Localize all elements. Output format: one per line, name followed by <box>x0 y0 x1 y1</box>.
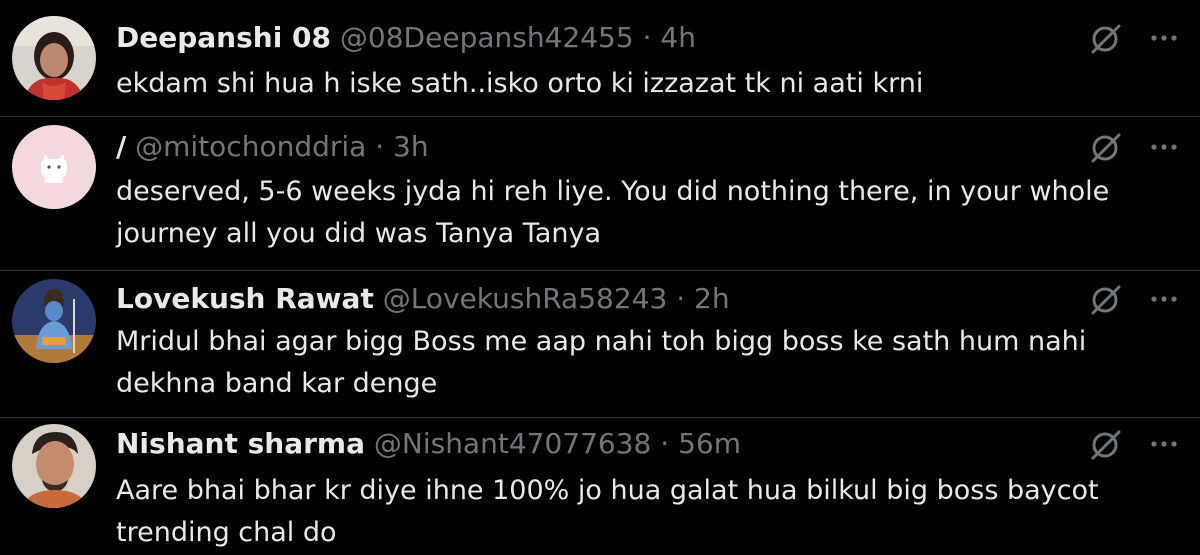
grok-icon[interactable] <box>1088 426 1124 462</box>
separator-dot: · <box>642 21 652 54</box>
user-name[interactable]: Nishant sharma <box>116 427 365 460</box>
reply-text-line: deserved, 5-6 weeks jyda hi reh liye. Yo… <box>116 176 1110 207</box>
reply-actions <box>1088 20 1188 56</box>
reply-item[interactable]: / @mitochonddria · 3h deserved, 5-6 week… <box>0 117 1200 270</box>
reply-header: / @mitochonddria · 3h <box>116 129 429 165</box>
reply-text-line: Mridul bhai agar bigg Boss me aap nahi t… <box>116 326 1087 357</box>
avatar[interactable] <box>12 16 96 100</box>
avatar-image <box>12 279 96 363</box>
reply-text: deserved, 5-6 weeks jyda hi reh liye. Yo… <box>116 171 1176 255</box>
avatar[interactable] <box>12 279 96 363</box>
user-handle[interactable]: @LovekushRa58243 <box>383 282 668 315</box>
timestamp[interactable]: 56m <box>678 427 741 460</box>
user-name[interactable]: Lovekush Rawat <box>116 282 374 315</box>
reply-item[interactable]: Nishant sharma @Nishant47077638 · 56m Aa… <box>0 418 1200 555</box>
reply-header: Lovekush Rawat @LovekushRa58243 · 2h <box>116 281 730 317</box>
timestamp[interactable]: 2h <box>694 282 730 315</box>
reply-actions <box>1088 281 1188 317</box>
avatar-image <box>12 16 96 100</box>
avatar[interactable] <box>12 125 96 209</box>
avatar-image <box>12 125 96 209</box>
reply-actions <box>1088 129 1188 165</box>
separator-dot: · <box>375 130 385 163</box>
user-handle[interactable]: @Nishant47077638 <box>374 427 651 460</box>
reply-item[interactable]: Lovekush Rawat @LovekushRa58243 · 2h Mri… <box>0 271 1200 417</box>
reply-text-line: dekhna band kar denge <box>116 368 438 399</box>
avatar-image <box>12 424 96 508</box>
reply-text: Aare bhai bhar kr diye ihne 100% jo hua … <box>116 470 1176 554</box>
user-handle[interactable]: @mitochonddria <box>135 130 366 163</box>
user-name[interactable]: / <box>116 130 126 163</box>
replies-feed: Deepanshi 08 @08Deepansh42455 · 4h ekdam… <box>0 0 1200 555</box>
more-icon[interactable] <box>1142 20 1186 56</box>
reply-actions <box>1088 426 1188 462</box>
separator-dot: · <box>676 282 686 315</box>
user-handle[interactable]: @08Deepansh42455 <box>340 21 634 54</box>
reply-text-line: Aare bhai bhar kr diye ihne 100% jo hua … <box>116 475 1099 506</box>
avatar[interactable] <box>12 424 96 508</box>
timestamp[interactable]: 3h <box>393 130 429 163</box>
reply-text-line: journey all you did was Tanya Tanya <box>116 218 601 249</box>
reply-header: Nishant sharma @Nishant47077638 · 56m <box>116 426 741 462</box>
reply-text-line: ekdam shi hua h iske sath..isko orto ki … <box>116 68 924 99</box>
grok-icon[interactable] <box>1088 281 1124 317</box>
more-icon[interactable] <box>1142 426 1186 462</box>
reply-text-line: trending chal do <box>116 517 337 548</box>
reply-header: Deepanshi 08 @08Deepansh42455 · 4h <box>116 20 696 56</box>
more-icon[interactable] <box>1142 129 1186 165</box>
separator-dot: · <box>660 427 670 460</box>
grok-icon[interactable] <box>1088 20 1124 56</box>
timestamp[interactable]: 4h <box>660 21 696 54</box>
reply-item[interactable]: Deepanshi 08 @08Deepansh42455 · 4h ekdam… <box>0 0 1200 116</box>
reply-text: ekdam shi hua h iske sath..isko orto ki … <box>116 63 1176 105</box>
user-name[interactable]: Deepanshi 08 <box>116 21 331 54</box>
grok-icon[interactable] <box>1088 129 1124 165</box>
more-icon[interactable] <box>1142 281 1186 317</box>
reply-text: Mridul bhai agar bigg Boss me aap nahi t… <box>116 321 1176 405</box>
